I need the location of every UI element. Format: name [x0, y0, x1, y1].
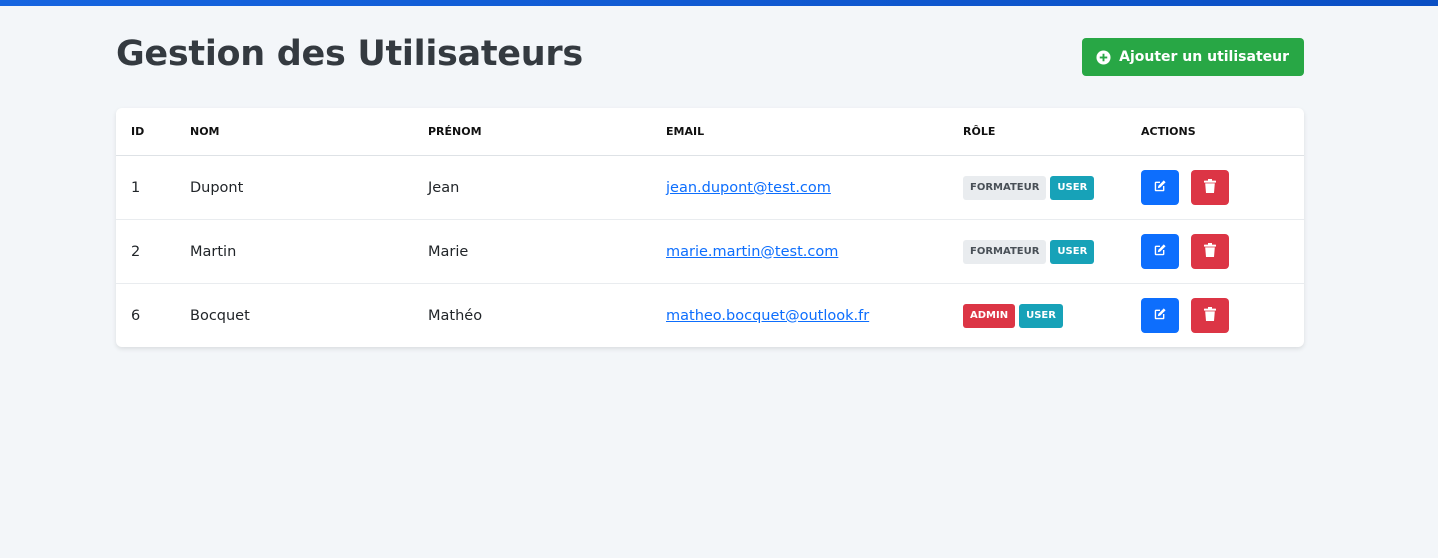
delete-button[interactable] [1190, 170, 1229, 205]
role-badge-user: USER [1050, 239, 1095, 264]
cell-email: jean.dupont@test.com [651, 155, 948, 220]
plus-circle-icon [1096, 49, 1111, 65]
email-link[interactable]: matheo.bocquet@outlook.fr [666, 308, 869, 324]
edit-icon [1153, 243, 1167, 260]
trash-icon [1203, 307, 1216, 324]
cell-id: 1 [116, 155, 175, 220]
cell-actions [1126, 284, 1304, 348]
column-header-role: RÔLE [948, 108, 1126, 156]
cell-actions [1126, 155, 1304, 220]
cell-email: marie.martin@test.com [651, 219, 948, 284]
add-user-button[interactable]: Ajouter un utilisateur [1082, 38, 1304, 76]
cell-nom: Bocquet [190, 307, 250, 324]
table-row: 1 Dupont Jean jean.dupont@test.com FORMA… [116, 155, 1304, 220]
main-container: Gestion des Utilisateurs Ajouter un util… [116, 0, 1304, 347]
role-badge-user: USER [1019, 303, 1063, 328]
column-header-email: EMAIL [651, 108, 948, 156]
edit-icon [1153, 179, 1167, 196]
edit-icon [1153, 307, 1167, 324]
column-header-actions: ACTIONS [1126, 108, 1304, 156]
email-link[interactable]: marie.martin@test.com [666, 244, 838, 260]
cell-id: 6 [131, 307, 141, 324]
role-badge-formateur: FORMATEUR [963, 239, 1047, 264]
delete-button[interactable] [1190, 298, 1229, 333]
trash-icon [1203, 179, 1216, 196]
table-row: 6 Bocquet Mathéo matheo.bocquet@outlook.… [116, 284, 1304, 348]
add-user-button-label: Ajouter un utilisateur [1119, 49, 1289, 65]
cell-roles: ADMIN USER [948, 284, 1126, 348]
cell-id: 2 [116, 219, 175, 284]
users-table-card: ID NOM PRÉNOM EMAIL RÔLE ACTIONS 1 Dupon… [116, 108, 1304, 347]
edit-button[interactable] [1141, 170, 1179, 205]
email-link[interactable]: jean.dupont@test.com [666, 180, 831, 196]
cell-roles: FORMATEUR USER [948, 219, 1126, 284]
edit-button[interactable] [1141, 298, 1179, 333]
cell-prenom: Marie [413, 219, 651, 284]
column-header-id: ID [116, 108, 175, 156]
cell-email: matheo.bocquet@outlook.fr [651, 284, 948, 348]
edit-button[interactable] [1141, 234, 1179, 269]
cell-nom: Martin [175, 219, 413, 284]
column-header-nom: NOM [175, 108, 413, 156]
cell-nom: Dupont [175, 155, 413, 220]
column-header-prenom: PRÉNOM [413, 108, 651, 156]
cell-prenom: Jean [413, 155, 651, 220]
delete-button[interactable] [1190, 234, 1229, 269]
table-header-row: ID NOM PRÉNOM EMAIL RÔLE ACTIONS [116, 108, 1304, 156]
role-badge-admin: ADMIN [963, 303, 1016, 328]
users-table: ID NOM PRÉNOM EMAIL RÔLE ACTIONS 1 Dupon… [116, 108, 1304, 347]
cell-roles: FORMATEUR USER [948, 155, 1126, 220]
page-header: Gestion des Utilisateurs Ajouter un util… [116, 0, 1304, 108]
trash-icon [1203, 243, 1216, 260]
page-title: Gestion des Utilisateurs [116, 34, 583, 74]
role-badge-formateur: FORMATEUR [963, 175, 1047, 200]
table-row: 2 Martin Marie marie.martin@test.com FOR… [116, 219, 1304, 284]
cell-prenom: Mathéo [428, 307, 483, 324]
role-badge-user: USER [1050, 175, 1095, 200]
cell-actions [1126, 219, 1304, 284]
